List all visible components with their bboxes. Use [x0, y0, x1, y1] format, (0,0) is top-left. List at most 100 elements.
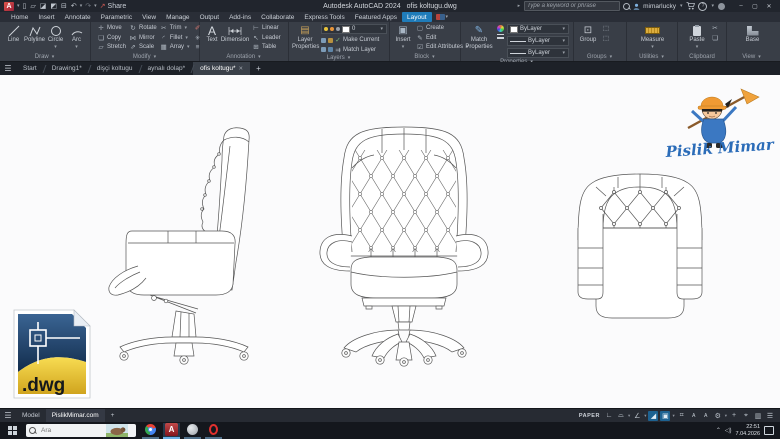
- rotate-tool[interactable]: ↻ Rotate: [129, 24, 156, 33]
- minimize-button[interactable]: –: [734, 3, 748, 10]
- tab-parametric[interactable]: Parametric: [96, 12, 137, 22]
- linear-tool[interactable]: ⊢ Linear: [252, 24, 281, 33]
- notification-center-icon[interactable]: [764, 426, 774, 435]
- copy-tool[interactable]: ❏ Copy: [97, 34, 126, 43]
- copy-clip-tool[interactable]: ❏: [711, 34, 719, 43]
- ungroup-tool[interactable]: ⬚: [602, 24, 610, 33]
- tab-manage[interactable]: Manage: [161, 12, 195, 22]
- match-properties-tool[interactable]: ✎ Match Properties: [464, 24, 494, 50]
- snap-caret-icon[interactable]: ▾: [672, 413, 674, 419]
- panel-view-label[interactable]: View ▾: [727, 52, 777, 61]
- taskbar-opera-icon[interactable]: [205, 423, 222, 439]
- paste-tool[interactable]: Paste ▾: [686, 24, 708, 50]
- arc-tool[interactable]: Arc ▾: [66, 24, 87, 50]
- color-wheel-icon[interactable]: [497, 25, 504, 32]
- tab-express-tools[interactable]: Express Tools: [299, 12, 349, 22]
- text-tool[interactable]: A Text: [203, 24, 221, 44]
- workspace-switch-status-icon[interactable]: +: [729, 411, 739, 421]
- new-layout-button[interactable]: +: [105, 409, 121, 423]
- tab-collaborate[interactable]: Collaborate: [256, 12, 299, 22]
- layout-menu-icon[interactable]: ☰: [0, 411, 16, 420]
- polyline-tool[interactable]: Polyline: [24, 24, 45, 44]
- file-tab-start[interactable]: Start: [16, 62, 44, 75]
- group-edit-tool[interactable]: ⬚: [602, 34, 610, 43]
- annotation-autoscale-icon[interactable]: ᴀ: [701, 411, 711, 421]
- taskbar-clock[interactable]: 22:51 7.04.2026: [736, 424, 760, 438]
- tab-insert[interactable]: Insert: [33, 12, 59, 22]
- array-tool[interactable]: ▦ Array ▾: [160, 43, 191, 52]
- volume-icon[interactable]: ◁): [725, 427, 732, 434]
- file-tab-disci-koltugu[interactable]: dişçi koltugu: [90, 62, 140, 75]
- insert-caret-icon[interactable]: ▾: [402, 44, 405, 50]
- isometric-drafting-icon[interactable]: ⌓: [616, 411, 626, 421]
- polar-caret-icon[interactable]: ▾: [644, 413, 646, 419]
- file-tab-close-icon[interactable]: ✕: [239, 66, 244, 72]
- circle-tool[interactable]: Circle ▾: [45, 24, 66, 50]
- tab-annotate[interactable]: Annotate: [60, 12, 96, 22]
- chair-top-view[interactable]: [577, 173, 703, 319]
- close-button[interactable]: ✕: [762, 3, 776, 10]
- file-tab-drawing1[interactable]: Drawing1*: [45, 62, 89, 75]
- open-file-icon[interactable]: ▱: [30, 3, 35, 10]
- notification-icon[interactable]: [718, 2, 725, 10]
- app-menu-caret-icon[interactable]: ▾: [17, 3, 20, 9]
- measure-tool[interactable]: Measure ▾: [639, 24, 667, 50]
- lineweight-combobox[interactable]: ByLayer ▾: [507, 36, 569, 46]
- help-search-input[interactable]: [524, 1, 621, 11]
- search-icon[interactable]: [623, 2, 631, 10]
- drawing-canvas[interactable]: .dwg Pislik Mimar: [0, 75, 780, 408]
- undo-caret-icon[interactable]: ▾: [80, 3, 83, 9]
- taskbar-cat-app-icon[interactable]: [184, 423, 201, 439]
- panel-groups-label[interactable]: Groups ▾: [574, 52, 626, 61]
- leader-tool[interactable]: ↖ Leader: [252, 34, 280, 43]
- user-avatar-icon[interactable]: [633, 3, 640, 10]
- linetype-icon[interactable]: [497, 37, 504, 39]
- tab-featured-apps[interactable]: Featured Apps: [350, 12, 402, 22]
- measure-caret-icon[interactable]: ▾: [651, 44, 654, 50]
- panel-utilities-label[interactable]: Utilities ▾: [627, 52, 677, 61]
- file-tab-ofis-koltugu[interactable]: ofis koltugu* ✕: [193, 62, 251, 75]
- help-caret-icon[interactable]: ▾: [711, 3, 714, 9]
- layer-properties-tool[interactable]: ▤ Layer Properties: [292, 24, 319, 50]
- panel-clipboard-label[interactable]: Clipboard: [678, 52, 726, 61]
- help-icon[interactable]: ?: [698, 1, 708, 11]
- array-caret-icon[interactable]: ▾: [187, 44, 190, 50]
- snap-icon[interactable]: ▣: [660, 410, 671, 421]
- stretch-tool[interactable]: ▱ Stretch: [97, 43, 127, 52]
- layer-combobox[interactable]: 0 ▾: [321, 24, 387, 34]
- scale-tool[interactable]: ⇗ Scale: [129, 43, 157, 52]
- lineweight-icon[interactable]: [497, 34, 504, 35]
- move-tool[interactable]: ✛ Move: [97, 24, 126, 33]
- username-label[interactable]: mimarlucky: [643, 3, 676, 10]
- taskbar-search[interactable]: [26, 424, 136, 437]
- ortho-icon[interactable]: ∟: [604, 411, 614, 421]
- taskbar-search-input[interactable]: [39, 426, 103, 435]
- tab-layout[interactable]: Layout: [402, 12, 432, 22]
- panel-annotation-label[interactable]: Annotation ▾: [200, 52, 288, 61]
- circle-caret-icon[interactable]: ▾: [54, 44, 57, 50]
- chair-drawing[interactable]: .dwg Pislik Mimar: [0, 75, 780, 408]
- group-tool[interactable]: ⊡ Group: [577, 24, 599, 44]
- plot-icon[interactable]: ⊟: [61, 3, 67, 10]
- tray-expand-icon[interactable]: ⌃: [716, 427, 721, 434]
- redo-caret-icon[interactable]: ▾: [94, 3, 97, 9]
- chair-side-view[interactable]: [108, 127, 250, 365]
- maximize-button[interactable]: ▢: [748, 3, 762, 10]
- panel-draw-label[interactable]: Draw ▾: [0, 52, 90, 61]
- tab-output[interactable]: Output: [195, 12, 225, 22]
- cut-tool[interactable]: ✂: [711, 24, 719, 33]
- dynamic-input-icon[interactable]: ◢: [648, 410, 659, 421]
- chair-front-view[interactable]: [319, 126, 489, 367]
- layout-tab-pislikmimar[interactable]: PislikMimar.com: [45, 408, 105, 423]
- gear-caret-icon[interactable]: ▾: [725, 413, 727, 419]
- annotation-visibility-icon[interactable]: ᴀ: [689, 411, 699, 421]
- tab-view[interactable]: View: [137, 12, 161, 22]
- save-as-icon[interactable]: ◩: [50, 3, 57, 10]
- save-icon[interactable]: ◪: [40, 3, 47, 10]
- workspace-switch-icon[interactable]: [435, 14, 445, 20]
- annotation-scale-gear-icon[interactable]: ⚙: [713, 411, 723, 421]
- object-snap-icon[interactable]: ⌗: [677, 411, 687, 421]
- iso-caret-icon[interactable]: ▾: [628, 413, 630, 419]
- tab-addins[interactable]: Add-ins: [224, 12, 256, 22]
- taskbar-autocad-icon[interactable]: A: [163, 422, 180, 439]
